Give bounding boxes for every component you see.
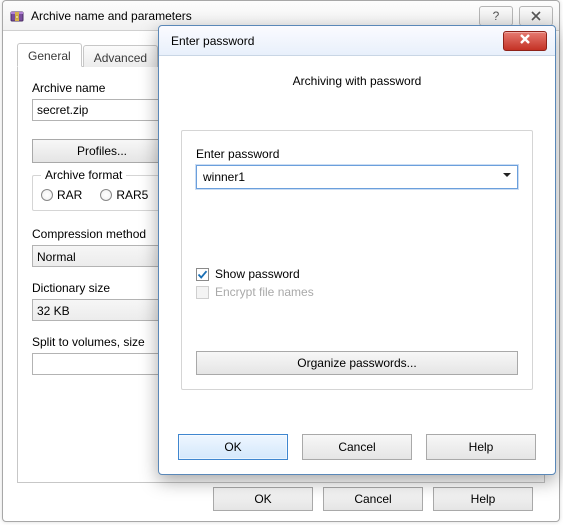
show-password-label: Show password — [215, 267, 300, 281]
close-icon — [518, 32, 532, 49]
tab-general[interactable]: General — [17, 43, 82, 67]
parent-help-button[interactable]: Help — [433, 487, 533, 511]
password-group: Enter password Show password Encrypt fil… — [181, 130, 533, 390]
parent-title: Archive name and parameters — [31, 9, 479, 23]
format-rar5-label: RAR5 — [116, 188, 148, 202]
parent-ok-button[interactable]: OK — [213, 487, 313, 511]
tab-advanced[interactable]: Advanced — [83, 45, 158, 67]
child-close-button[interactable] — [503, 31, 547, 51]
checkbox-icon — [196, 286, 209, 299]
encrypt-filenames-label: Encrypt file names — [215, 285, 314, 299]
child-title: Enter password — [171, 34, 503, 48]
parent-footer: OK Cancel Help — [3, 487, 559, 511]
format-rar5-radio[interactable]: RAR5 — [100, 188, 148, 202]
child-footer: OK Cancel Help — [159, 434, 555, 460]
show-password-checkbox[interactable]: Show password — [196, 267, 518, 281]
headline: Archiving with password — [181, 74, 533, 88]
enter-password-label: Enter password — [196, 147, 518, 161]
format-rar-label: RAR — [57, 188, 82, 202]
format-rar-radio[interactable]: RAR — [41, 188, 82, 202]
parent-cancel-button[interactable]: Cancel — [323, 487, 423, 511]
child-ok-button[interactable]: OK — [178, 434, 288, 460]
checkbox-icon — [196, 268, 209, 281]
enter-password-dialog: Enter password Archiving with password E… — [158, 25, 556, 475]
encrypt-filenames-checkbox: Encrypt file names — [196, 285, 518, 299]
radio-icon — [100, 189, 112, 201]
child-help-button[interactable]: Help — [426, 434, 536, 460]
archive-format-label: Archive format — [41, 168, 126, 182]
organize-passwords-button[interactable]: Organize passwords... — [196, 351, 518, 375]
help-titlebar-button[interactable]: ? — [479, 6, 513, 26]
radio-icon — [41, 189, 53, 201]
child-titlebar: Enter password — [159, 26, 555, 56]
close-titlebar-button[interactable] — [519, 6, 553, 26]
password-input[interactable] — [196, 165, 518, 189]
winrar-icon — [9, 8, 25, 24]
child-cancel-button[interactable]: Cancel — [302, 434, 412, 460]
profiles-button[interactable]: Profiles... — [32, 139, 172, 163]
